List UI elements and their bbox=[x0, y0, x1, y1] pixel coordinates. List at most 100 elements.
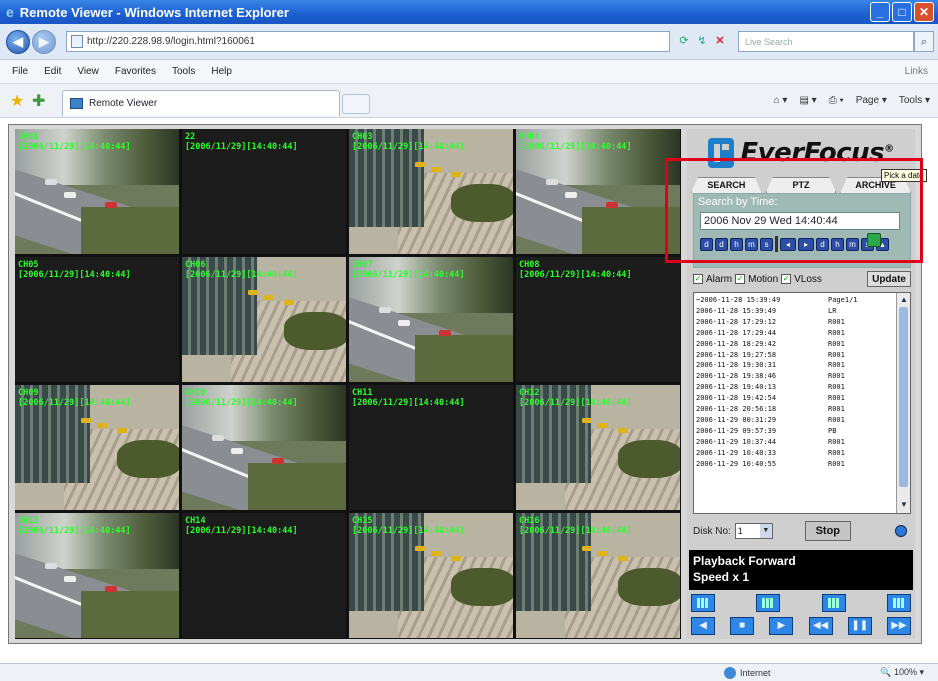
layout-9-button[interactable] bbox=[821, 594, 846, 612]
url-input[interactable]: http://220.228.98.9/login.html?160061 bbox=[66, 31, 670, 52]
camera-tile[interactable]: 22 [2006/11/29][14:40:44] bbox=[182, 129, 346, 254]
event-row[interactable]: 2006-11-29 10:40:55 R001 bbox=[696, 459, 892, 470]
camera-tile[interactable]: CH10 [2006/11/29][14:40:44] bbox=[182, 385, 346, 510]
links-toolbar[interactable]: Links bbox=[905, 66, 928, 77]
event-list[interactable]: ~2006-11-28 15:39:49 Page1/1 2006-11-28 15… bbox=[693, 292, 911, 514]
minimize-button[interactable]: _ bbox=[870, 2, 890, 22]
tab-title: Remote Viewer bbox=[89, 98, 158, 109]
back-button[interactable]: ◀ bbox=[6, 30, 30, 54]
time-stepper-button[interactable]: s bbox=[861, 237, 874, 251]
camera-tile[interactable]: CH04 [2006/11/29][14:40:44] bbox=[516, 129, 680, 254]
camera-tile[interactable]: CH09 [2006/11/29][14:40:44] bbox=[15, 385, 179, 510]
maximize-button[interactable]: □ bbox=[892, 2, 912, 22]
time-stepper-button[interactable]: h bbox=[730, 237, 743, 251]
event-row[interactable]: 2006-11-28 19:40:13 R001 bbox=[696, 382, 892, 393]
vloss-checkbox[interactable]: ✓ bbox=[781, 274, 792, 284]
camera-tile[interactable]: CH05 [2006/11/29][14:40:44] bbox=[15, 257, 179, 382]
event-row[interactable]: 2006-11-29 10:40:33 R001 bbox=[696, 448, 892, 459]
page-menu[interactable]: Page ▾ bbox=[856, 95, 887, 106]
time-stepper-button[interactable]: d bbox=[816, 237, 829, 251]
new-tab-button[interactable] bbox=[342, 94, 370, 114]
event-row[interactable]: 2006-11-28 19:30:31 R001 bbox=[696, 360, 892, 371]
alarm-checkbox[interactable]: ✓ bbox=[693, 274, 703, 284]
search-input[interactable]: Live Search bbox=[738, 31, 914, 52]
camera-tile[interactable]: CH14 [2006/11/29][14:40:44] bbox=[182, 513, 346, 638]
forward-button[interactable]: ▶ bbox=[32, 30, 56, 54]
print-icon[interactable]: ⎙ ▾ bbox=[829, 95, 844, 106]
reverse-button[interactable]: ◀ bbox=[691, 617, 715, 635]
camera-tile[interactable]: CH08 [2006/11/29][14:40:44] bbox=[516, 257, 680, 382]
camera-tile[interactable]: CH16 [2006/11/29][14:40:44] bbox=[516, 513, 680, 638]
layout-16-button[interactable] bbox=[886, 594, 911, 612]
menu-file[interactable]: File bbox=[12, 66, 28, 77]
layout-4-button[interactable] bbox=[756, 594, 781, 612]
menu-tools[interactable]: Tools bbox=[172, 66, 195, 77]
menu-edit[interactable]: Edit bbox=[44, 66, 61, 77]
favorites-star-icon[interactable]: ★ bbox=[10, 91, 24, 111]
add-favorite-icon[interactable]: ✚ bbox=[32, 91, 45, 111]
time-stepper-button[interactable]: ▴ bbox=[876, 237, 889, 251]
event-row[interactable]: ~2006-11-28 15:39:49 Page1/1 bbox=[696, 295, 892, 306]
time-stepper-button[interactable]: m bbox=[846, 237, 859, 251]
stop-play-button[interactable]: ■ bbox=[730, 617, 755, 635]
scroll-down-icon[interactable]: ▼ bbox=[898, 499, 910, 511]
feeds-icon[interactable]: ▤ ▾ bbox=[799, 95, 816, 106]
play-button[interactable]: ▶ bbox=[769, 617, 794, 635]
stop-button[interactable]: Stop bbox=[804, 521, 851, 541]
time-input[interactable]: 2006 Nov 29 Wed 14:40:44 bbox=[700, 212, 900, 230]
event-row[interactable]: 2006-11-29 00:31:29 R001 bbox=[696, 415, 892, 426]
camera-tile[interactable]: CH03 [2006/11/29][14:40:44] bbox=[349, 129, 513, 254]
event-row[interactable]: 2006-11-28 19:27:58 R001 bbox=[696, 350, 892, 361]
camera-tile[interactable]: CH15 [2006/11/29][14:40:44] bbox=[349, 513, 513, 638]
event-row[interactable]: 2006-11-28 19:42:54 R001 bbox=[696, 393, 892, 404]
event-row[interactable]: 2006-11-29 09:57:39 PB bbox=[696, 426, 892, 437]
time-stepper-button[interactable]: h bbox=[831, 237, 844, 251]
rewind-button[interactable]: ◀◀ bbox=[808, 617, 833, 635]
update-button[interactable]: Update bbox=[867, 271, 911, 287]
camera-tile[interactable]: CH07 [2006/11/29][14:40:44] bbox=[349, 257, 513, 382]
time-stepper-button[interactable]: m bbox=[745, 237, 758, 251]
pause-button[interactable]: ❚❚ bbox=[847, 617, 872, 635]
search-icon[interactable]: ⌕ bbox=[914, 31, 934, 52]
event-row[interactable]: 2006-11-28 17:29:44 R001 bbox=[696, 328, 892, 339]
tab-search[interactable]: SEARCH bbox=[691, 177, 762, 193]
fast-forward-button[interactable]: ▶▶ bbox=[886, 617, 911, 635]
address-bar: ◀ ▶ http://220.228.98.9/login.html?16006… bbox=[0, 24, 938, 60]
time-stepper-button[interactable]: d bbox=[715, 237, 728, 251]
event-row[interactable]: 2006-11-29 10:37:44 R001 bbox=[696, 437, 892, 448]
tab-page-icon bbox=[70, 98, 83, 109]
event-row[interactable]: 2006-11-28 15:39:49 LR bbox=[696, 306, 892, 317]
disk-select[interactable]: 1 ▼ bbox=[734, 523, 773, 539]
camera-tile[interactable]: CH01 [2006/11/29][14:40:44] bbox=[15, 129, 179, 254]
event-row[interactable]: 2006-11-28 20:56:18 R001 bbox=[696, 404, 892, 415]
refresh-icon[interactable]: ⟳ bbox=[676, 33, 692, 49]
time-stepper-button[interactable]: d bbox=[700, 237, 713, 251]
camera-tile[interactable]: CH12 [2006/11/29][14:40:44] bbox=[516, 385, 680, 510]
camera-tile[interactable]: CH06 [2006/11/29][14:40:44] bbox=[182, 257, 346, 382]
time-stepper-button[interactable]: ▸ bbox=[798, 237, 814, 251]
camera-tile[interactable]: CH13 [2006/11/29][14:40:44] bbox=[15, 513, 179, 638]
home-icon[interactable]: ⌂ ▾ bbox=[774, 95, 788, 106]
menu-favorites[interactable]: Favorites bbox=[115, 66, 156, 77]
event-row[interactable]: 2006-11-28 18:29:42 R001 bbox=[696, 339, 892, 350]
time-stepper-button[interactable]: ◂ bbox=[780, 237, 796, 251]
tools-menu[interactable]: Tools ▾ bbox=[899, 95, 930, 106]
playback-controls: ◀ ■ ▶ ◀◀ ❚❚ ▶▶ bbox=[691, 617, 911, 637]
motion-checkbox[interactable]: ✓ bbox=[735, 274, 746, 284]
time-stepper-button[interactable]: s bbox=[760, 237, 773, 251]
zoom-level[interactable]: 🔍 100% ▾ bbox=[880, 667, 924, 678]
close-button[interactable]: ✕ bbox=[914, 2, 934, 22]
tab-ptz[interactable]: PTZ bbox=[765, 177, 837, 193]
event-row[interactable]: 2006-11-28 19:38:46 R001 bbox=[696, 371, 892, 382]
camera-tile[interactable]: CH11 [2006/11/29][14:40:44] bbox=[349, 385, 513, 510]
tab-remote-viewer[interactable]: Remote Viewer bbox=[62, 90, 340, 116]
event-list-scrollbar[interactable]: ▲ ▼ bbox=[896, 293, 910, 513]
layout-1-button[interactable] bbox=[691, 594, 715, 612]
menu-view[interactable]: View bbox=[77, 66, 99, 77]
scroll-up-icon[interactable]: ▲ bbox=[898, 294, 910, 306]
go-icon[interactable]: ↯ bbox=[694, 33, 710, 49]
menu-help[interactable]: Help bbox=[211, 66, 232, 77]
scroll-thumb[interactable] bbox=[899, 307, 908, 487]
event-row[interactable]: 2006-11-28 17:29:12 R001 bbox=[696, 317, 892, 328]
stop-icon[interactable]: ✕ bbox=[712, 33, 728, 49]
